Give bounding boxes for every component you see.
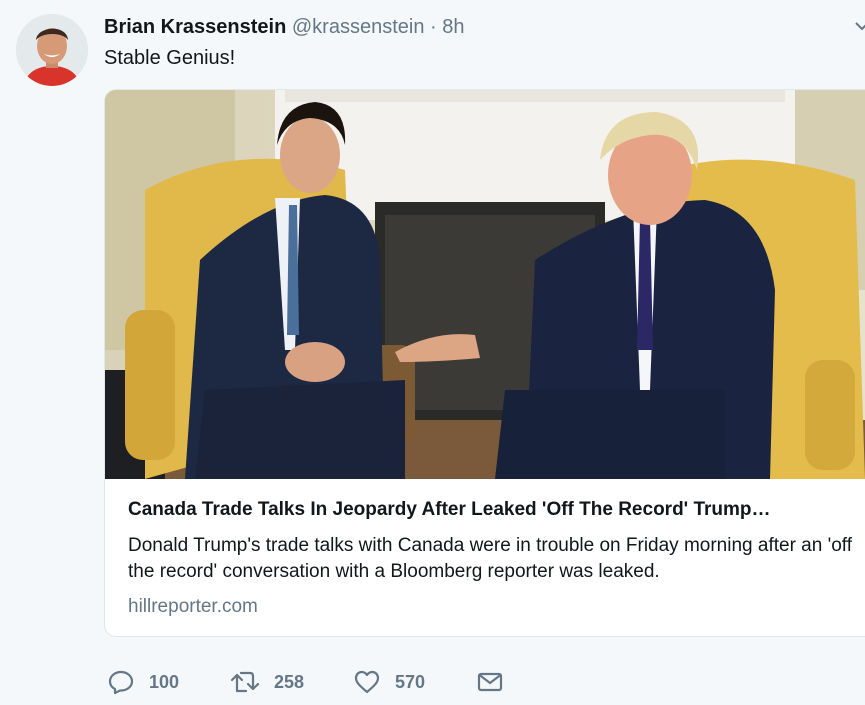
direct-message-button[interactable] [476, 667, 504, 697]
reply-icon [107, 668, 135, 696]
chevron-down-icon[interactable] [855, 18, 865, 36]
card-title[interactable]: Canada Trade Talks In Jeopardy After Lea… [128, 498, 863, 522]
retweet-count: 258 [274, 671, 305, 692]
reply-button[interactable]: 100 [107, 667, 179, 697]
avatar-photo [16, 14, 88, 86]
tweet-text: Stable Genius! [104, 47, 236, 69]
envelope-icon [476, 668, 504, 696]
card-description: Donald Trump's trade talks with Canada w… [128, 535, 852, 582]
retweet-icon [230, 668, 260, 696]
card-domain: hillreporter.com [128, 596, 258, 617]
tweet-header: Brian Krassenstein @krassenstein · 8h [104, 14, 464, 40]
like-button[interactable]: 570 [353, 667, 425, 697]
like-count: 570 [395, 671, 426, 692]
heart-icon [353, 668, 381, 696]
author-handle[interactable]: @krassenstein [292, 16, 425, 38]
reply-count: 100 [149, 671, 180, 692]
card-image [105, 90, 865, 479]
retweet-button[interactable]: 258 [230, 667, 304, 697]
separator-dot: · [430, 16, 437, 38]
tweet-timestamp[interactable]: 8h [442, 16, 464, 38]
avatar[interactable] [16, 14, 88, 86]
link-card[interactable]: Canada Trade Talks In Jeopardy After Lea… [104, 89, 865, 637]
author-name[interactable]: Brian Krassenstein [104, 16, 286, 38]
